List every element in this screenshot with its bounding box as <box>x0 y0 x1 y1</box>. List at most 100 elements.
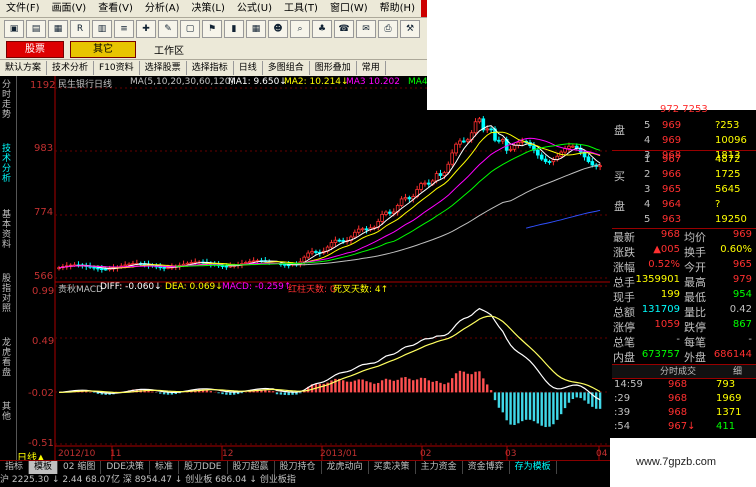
side-tab-other[interactable]: 其他 <box>2 402 14 422</box>
btab-thumb[interactable]: 02 缩图 <box>58 461 102 474</box>
save-icon[interactable]: ▣ <box>4 20 24 38</box>
buy-volume: 4872 <box>715 154 741 165</box>
stat-value: 954 <box>732 289 752 300</box>
macd-red-days: 红柱天数: 0 <box>288 285 336 295</box>
table-icon[interactable]: ▦ <box>246 20 266 38</box>
stat-label: 涨幅 <box>613 261 635 274</box>
func-tech-analysis[interactable]: 技术分析 <box>47 61 95 75</box>
func-select-indicator[interactable]: 选择指标 <box>187 61 234 75</box>
bars-icon[interactable]: ▮ <box>224 20 244 38</box>
btab-indicator[interactable]: 指标 <box>0 461 30 474</box>
stat-value: 0.42 <box>729 304 752 315</box>
btab-dragon[interactable]: 龙虎动向 <box>322 461 369 474</box>
window-icon[interactable]: ▢ <box>180 20 200 38</box>
candle-body <box>438 173 443 176</box>
buy-level: 4 <box>644 199 651 210</box>
phone-icon[interactable]: ☎ <box>334 20 354 38</box>
stat-label: 涨停 <box>613 321 635 334</box>
btab-standard[interactable]: 标准 <box>150 461 179 474</box>
stock-tab[interactable]: 股票 <box>6 41 64 58</box>
menu-screen[interactable]: 画面(V) <box>46 0 93 17</box>
macd-value: MACD: -0.259↑ <box>222 282 292 292</box>
other-tab[interactable]: 其它 <box>70 41 136 58</box>
candle-body <box>536 149 540 156</box>
menu-decision[interactable]: 决策(L) <box>186 0 231 17</box>
btab-dde[interactable]: DDE决策 <box>101 461 150 474</box>
flag-icon[interactable]: ⚑ <box>202 20 222 38</box>
chart-icon[interactable]: ▥ <box>92 20 112 38</box>
menu-formula[interactable]: 公式(U) <box>231 0 278 17</box>
grid-icon[interactable]: ▦ <box>48 20 68 38</box>
tool-icon[interactable]: ⚒ <box>400 20 420 38</box>
func-common[interactable]: 常用 <box>357 61 386 75</box>
candle-body <box>512 144 517 150</box>
btab-gudao-dde[interactable]: 股刀DDE <box>179 461 228 474</box>
btab-fund-game[interactable]: 资金博弈 <box>463 461 510 474</box>
tree-icon[interactable]: ♣ <box>312 20 332 38</box>
side-tab-index[interactable]: 股指对照 <box>2 274 14 314</box>
candle-body <box>567 145 571 149</box>
candle-body <box>590 161 595 166</box>
btab-template[interactable]: 模板 <box>29 461 59 474</box>
side-tab-timeshare[interactable]: 分时走势 <box>2 80 14 120</box>
buy-side-label: 买 <box>614 170 625 183</box>
stat-value: 199 <box>660 289 680 300</box>
candle-body <box>310 251 314 254</box>
print-icon[interactable]: ⎙ <box>378 20 398 38</box>
menu-file[interactable]: 文件(F) <box>0 0 46 17</box>
search-icon[interactable]: ⌕ <box>290 20 310 38</box>
candle-body <box>314 251 318 253</box>
stat-value: 131709 <box>641 304 680 315</box>
ticks-title: 分时成交 <box>660 367 697 377</box>
side-tab-basic[interactable]: 基本资料 <box>2 210 14 250</box>
workarea-label[interactable]: 工作区 <box>154 42 184 57</box>
list-icon[interactable]: ≡ <box>114 20 134 38</box>
screen-icon[interactable]: ▤ <box>26 20 46 38</box>
menu-help[interactable]: 帮助(H) <box>374 0 421 17</box>
menu-view[interactable]: 查看(V) <box>92 0 139 17</box>
menu-analysis[interactable]: 分析(A) <box>139 0 186 17</box>
menu-window[interactable]: 窗口(W) <box>324 0 374 17</box>
index-status-bar: 沪 2225.30 ↓ 2.44 68.07亿 深 8954.47 ↓ 创业板 … <box>0 474 610 487</box>
btab-save-template[interactable]: 存为模板 <box>510 461 557 474</box>
btab-gudao-hold[interactable]: 股刀持仓 <box>275 461 322 474</box>
menu-tools[interactable]: 工具(T) <box>278 0 324 17</box>
candle-body <box>489 128 493 131</box>
tick-time: :29 <box>614 393 631 404</box>
side-tab-tech[interactable]: 技术分析 <box>2 144 14 184</box>
macd-diff: DIFF: -0.060↓ <box>100 282 162 292</box>
kline-chart[interactable] <box>17 76 610 460</box>
candle-body <box>551 159 556 163</box>
blank-area <box>427 0 756 110</box>
rsi-icon[interactable]: R <box>70 20 90 38</box>
candle-body <box>571 145 575 148</box>
buy-level: 5 <box>644 214 651 225</box>
stat-value: 1059 <box>654 319 680 330</box>
btab-trade-decision[interactable]: 买卖决策 <box>369 461 416 474</box>
tick-volume: 1969 <box>716 393 742 404</box>
side-tab-dragon[interactable]: 龙虎看盘 <box>2 338 14 378</box>
func-f10[interactable]: F10资料 <box>94 61 140 75</box>
mail-icon[interactable]: ✉ <box>356 20 376 38</box>
func-default-scheme[interactable]: 默认方案 <box>0 61 48 75</box>
person-icon[interactable]: ☻ <box>268 20 288 38</box>
ma-params-label: MA(5,10,20,30,60,120) <box>130 77 234 87</box>
tick-time: 14:59 <box>614 379 643 390</box>
func-multi-chart[interactable]: 多图组合 <box>263 61 310 75</box>
price-tick-566: 566 <box>34 271 54 282</box>
candle-body <box>356 228 361 233</box>
func-select-stock[interactable]: 选择股票 <box>140 61 187 75</box>
sell-side-label: 盘 <box>614 124 625 137</box>
pen-icon[interactable]: ✎ <box>158 20 178 38</box>
cross-icon[interactable]: ✚ <box>136 20 156 38</box>
candle-body <box>96 267 100 270</box>
candle-body <box>454 143 458 154</box>
candle-body <box>598 165 602 168</box>
btab-gudao-win[interactable]: 股刀超赢 <box>228 461 275 474</box>
stat-label: 内盘 <box>613 351 635 364</box>
candle-body <box>450 152 454 165</box>
func-overlay[interactable]: 图形叠加 <box>310 61 357 75</box>
btab-main-fund[interactable]: 主力资金 <box>416 461 463 474</box>
candle-body <box>166 267 170 269</box>
func-daily[interactable]: 日线 <box>234 61 263 75</box>
